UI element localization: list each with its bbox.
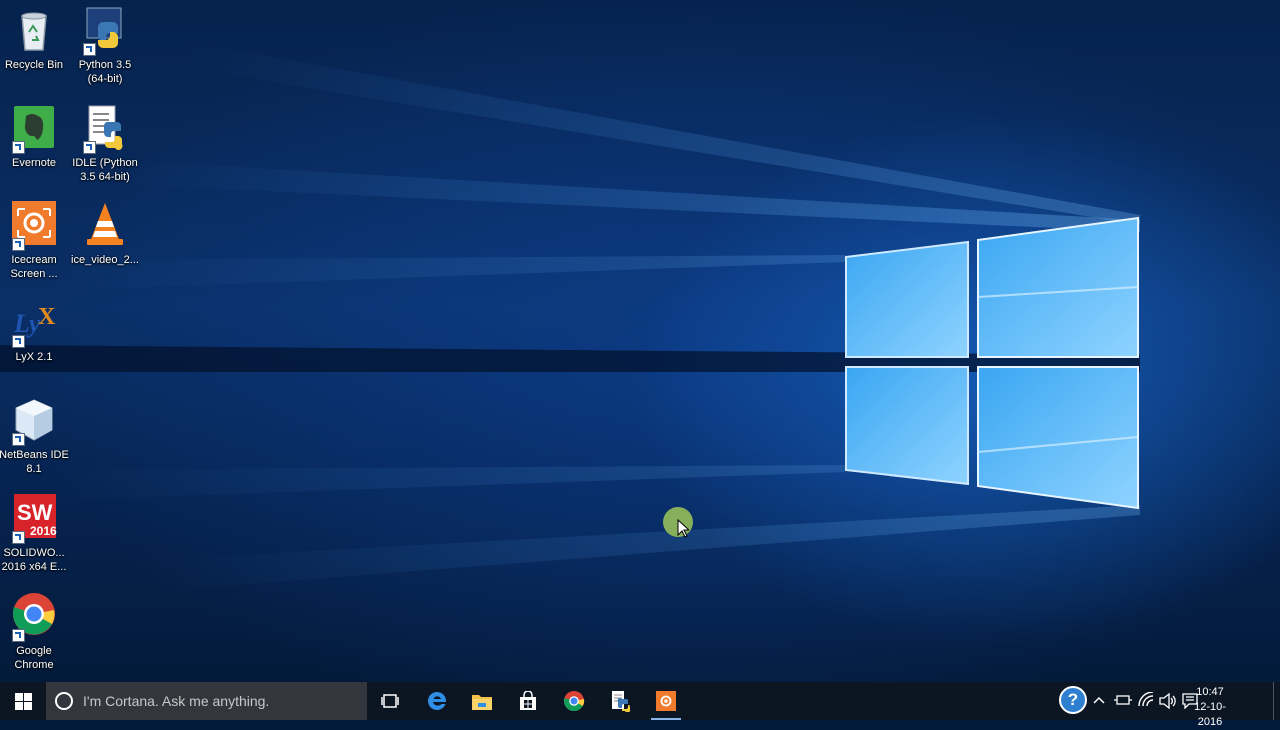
show-desktop-button[interactable] bbox=[1273, 682, 1280, 720]
shortcut-arrow-icon bbox=[12, 141, 25, 154]
taskbar-icecream-recorder[interactable] bbox=[643, 682, 689, 720]
svg-text:Ly: Ly bbox=[13, 309, 41, 338]
icecream-icon bbox=[656, 691, 676, 711]
desktop-icon-label: IDLE (Python 3.5 64-bit) bbox=[72, 157, 138, 183]
wifi-icon[interactable] bbox=[1137, 692, 1155, 708]
desktop-icon-label: Recycle Bin bbox=[4, 59, 64, 71]
desktop-icon-netbeans[interactable]: NetBeans IDE 8.1 bbox=[0, 396, 70, 476]
shortcut-arrow-icon bbox=[12, 433, 25, 446]
desktop-icon-solidworks[interactable]: SW 2016 SOLIDWO... 2016 x64 E... bbox=[0, 494, 70, 574]
desktop-icon-python[interactable]: Python 3.5 (64-bit) bbox=[69, 6, 141, 86]
desktop-icon-label: SOLIDWO... 2016 x64 E... bbox=[1, 547, 67, 573]
windows-logo-light bbox=[845, 216, 1139, 510]
desktop-icon-google-chrome[interactable]: Google Chrome bbox=[0, 592, 70, 672]
icecream-icon bbox=[10, 201, 58, 251]
desktop-icon-label: Evernote bbox=[11, 157, 57, 169]
svg-text:SW: SW bbox=[17, 500, 53, 525]
cortana-icon bbox=[55, 692, 73, 710]
clock-time: 10:47 bbox=[1196, 686, 1224, 698]
shortcut-arrow-icon bbox=[12, 238, 25, 251]
evernote-icon bbox=[10, 104, 58, 154]
idle-python-icon bbox=[612, 691, 631, 712]
shortcut-arrow-icon bbox=[12, 531, 25, 544]
cortana-search-box[interactable]: I'm Cortana. Ask me anything. bbox=[46, 682, 367, 720]
desktop-icon-evernote[interactable]: Evernote bbox=[0, 104, 70, 170]
desktop-icon-label: LyX 2.1 bbox=[15, 351, 53, 363]
help-button[interactable]: ? bbox=[1059, 686, 1087, 714]
desktop-icon-lyx[interactable]: Ly X LyX 2.1 bbox=[0, 298, 70, 364]
mouse-pointer-icon bbox=[677, 519, 689, 538]
desktop-icon-label: Python 3.5 (64-bit) bbox=[78, 59, 132, 85]
desktop-icon-label: Google Chrome bbox=[14, 645, 54, 671]
taskbar-file-explorer[interactable] bbox=[459, 682, 505, 720]
shortcut-arrow-icon bbox=[12, 335, 25, 348]
volume-icon[interactable] bbox=[1159, 693, 1177, 709]
lyx-icon: Ly X bbox=[10, 298, 58, 348]
taskbar-clock[interactable]: 10:47 12-10-2016 bbox=[1184, 685, 1236, 730]
search-placeholder: I'm Cortana. Ask me anything. bbox=[83, 693, 270, 709]
start-button[interactable] bbox=[0, 682, 46, 720]
taskbar-store[interactable] bbox=[505, 682, 551, 720]
idle-python-icon bbox=[81, 104, 129, 154]
task-view-button[interactable] bbox=[367, 682, 413, 720]
recycle-bin-icon bbox=[10, 6, 58, 54]
chrome-icon bbox=[10, 592, 58, 642]
solidworks-icon: SW 2016 bbox=[10, 494, 58, 544]
desktop-icon-label: ice_video_2... bbox=[71, 254, 139, 266]
taskbar-idle-python[interactable] bbox=[597, 682, 643, 720]
shortcut-arrow-icon bbox=[12, 629, 25, 642]
taskbar: I'm Cortana. Ask me anything. ? 10:47 12… bbox=[0, 682, 1280, 728]
chrome-icon bbox=[563, 691, 585, 712]
desktop-icon-icecream[interactable]: Icecream Screen ... bbox=[0, 201, 70, 281]
shortcut-arrow-icon bbox=[83, 43, 96, 56]
task-view-icon bbox=[381, 694, 399, 708]
svg-text:X: X bbox=[38, 304, 56, 330]
desktop-icon-idle-python[interactable]: IDLE (Python 3.5 64-bit) bbox=[69, 104, 141, 184]
desktop-icon-label: Icecream Screen ... bbox=[10, 254, 58, 280]
vlc-icon bbox=[81, 201, 129, 249]
taskbar-edge[interactable] bbox=[414, 682, 460, 720]
python-icon bbox=[81, 6, 129, 56]
edge-icon bbox=[428, 691, 447, 710]
store-icon bbox=[520, 691, 536, 710]
taskbar-chrome[interactable] bbox=[551, 682, 597, 720]
windows-start-icon bbox=[14, 692, 32, 710]
shortcut-arrow-icon bbox=[83, 141, 96, 154]
desktop-icon-label: NetBeans IDE 8.1 bbox=[0, 449, 69, 475]
desktop-icon-vlc-video[interactable]: ice_video_2... bbox=[69, 201, 141, 267]
desktop-wallpaper: Recycle Bin Python 3.5 (64-bit) Evernote… bbox=[0, 0, 1280, 682]
folder-icon bbox=[472, 695, 492, 710]
power-plug-icon[interactable] bbox=[1114, 694, 1132, 706]
chevron-up-icon[interactable] bbox=[1093, 696, 1105, 704]
clock-date: 12-10-2016 bbox=[1194, 701, 1226, 728]
netbeans-icon bbox=[10, 396, 58, 446]
svg-text:2016: 2016 bbox=[30, 524, 57, 538]
desktop-icon-recycle-bin[interactable]: Recycle Bin bbox=[0, 6, 70, 72]
